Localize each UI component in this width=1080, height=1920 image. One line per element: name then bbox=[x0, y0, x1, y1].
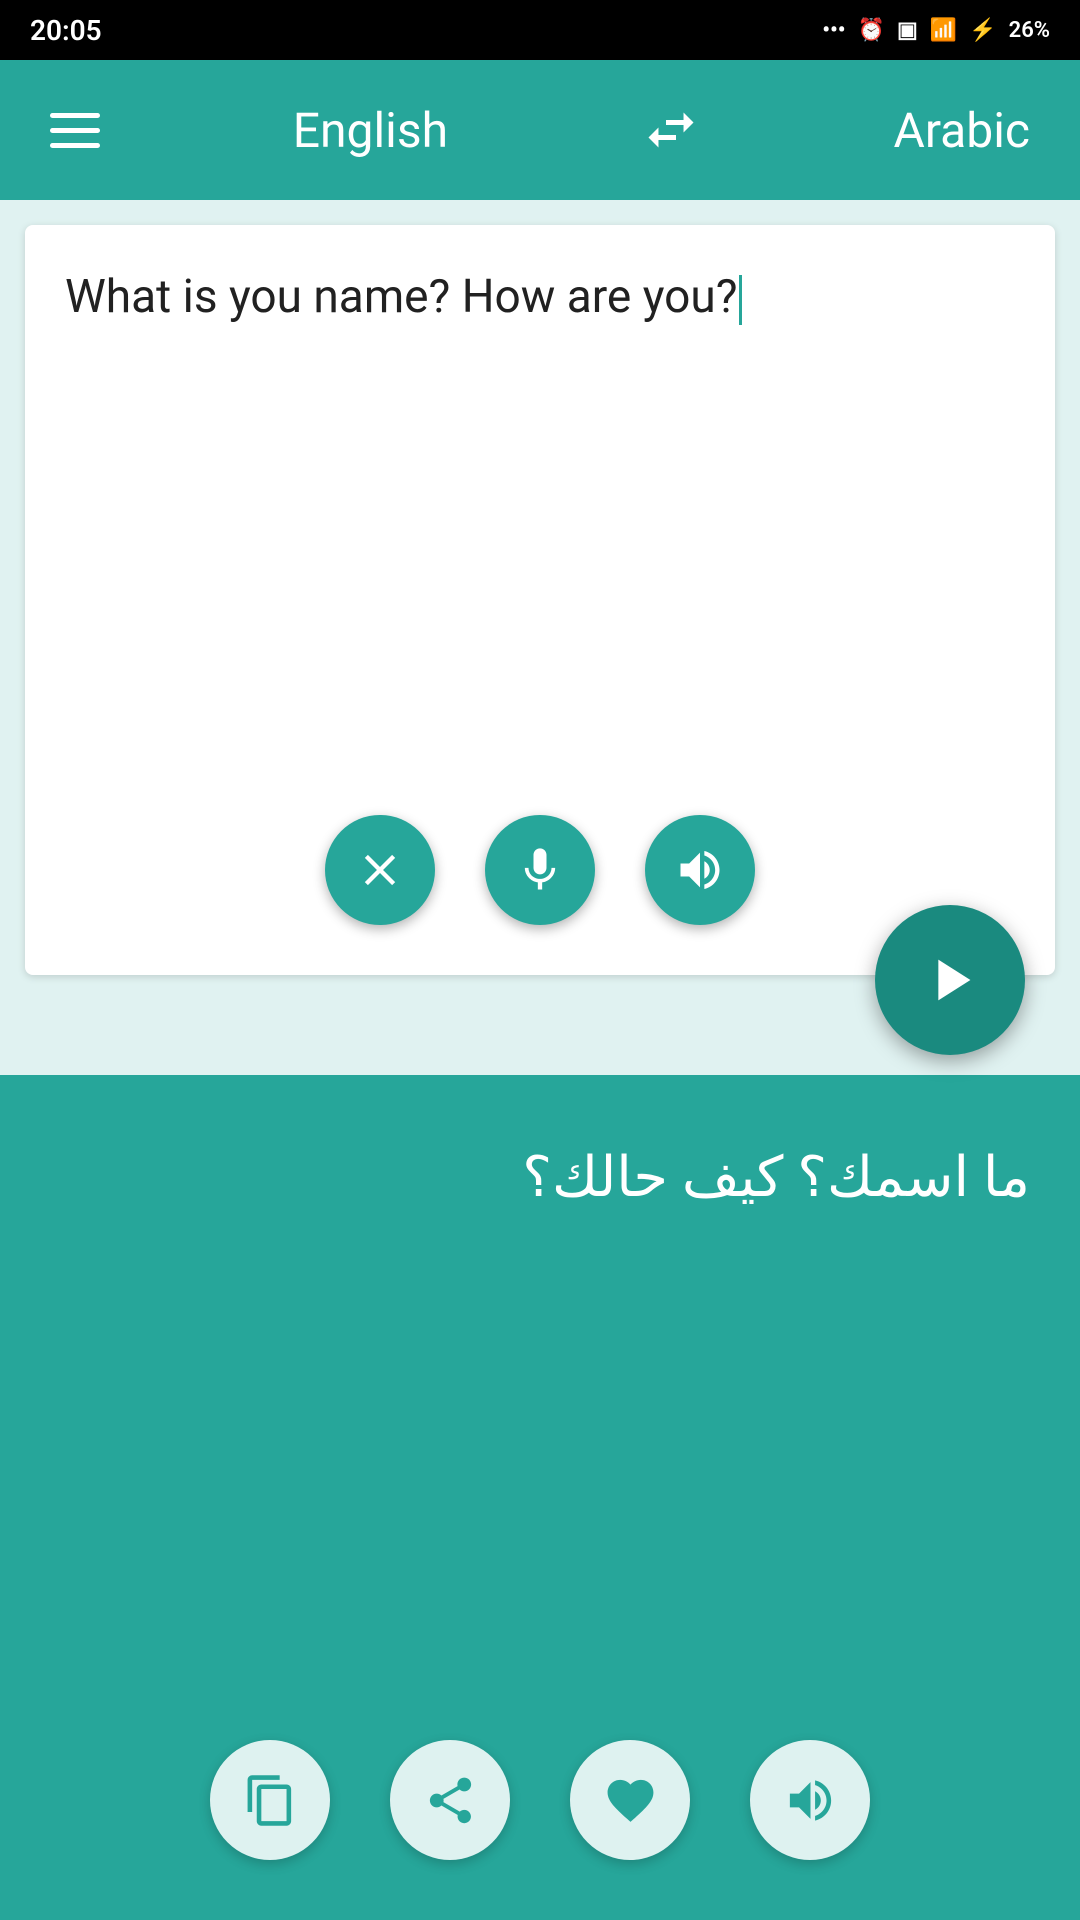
microphone-button[interactable] bbox=[485, 815, 595, 925]
sim-icon: ▣ bbox=[897, 18, 918, 43]
signal-icon: 📶 bbox=[930, 18, 957, 43]
input-panel: What is you name? How are you? bbox=[25, 225, 1055, 975]
alarm-icon: ⏰ bbox=[858, 18, 885, 43]
clear-button[interactable] bbox=[325, 815, 435, 925]
copy-button[interactable] bbox=[210, 1740, 330, 1860]
favorite-button[interactable] bbox=[570, 1740, 690, 1860]
main-content: What is you name? How are you? bbox=[0, 200, 1080, 1920]
menu-button[interactable] bbox=[50, 113, 100, 148]
status-icons: ••• ⏰ ▣ 📶 ⚡ 26% bbox=[822, 18, 1050, 43]
battery-level: 26% bbox=[1009, 18, 1050, 43]
output-panel: ما اسمك؟ كيف حالك؟ bbox=[0, 1075, 1080, 1920]
output-speaker-button[interactable] bbox=[750, 1740, 870, 1860]
input-actions bbox=[325, 815, 755, 925]
output-actions bbox=[210, 1740, 870, 1860]
toolbar: English Arabic bbox=[0, 60, 1080, 200]
text-cursor bbox=[739, 275, 742, 325]
status-time: 20:05 bbox=[30, 14, 102, 47]
charging-icon: ⚡ bbox=[969, 18, 996, 43]
output-text: ما اسمك؟ كيف حالك؟ bbox=[50, 1135, 1030, 1219]
swap-languages-button[interactable] bbox=[641, 100, 701, 160]
share-button[interactable] bbox=[390, 1740, 510, 1860]
status-bar: 20:05 ••• ⏰ ▣ 📶 ⚡ 26% bbox=[0, 0, 1080, 60]
more-icon: ••• bbox=[822, 18, 845, 43]
target-language-button[interactable]: Arabic bbox=[894, 102, 1031, 159]
translate-button[interactable] bbox=[875, 905, 1025, 1055]
source-language-button[interactable]: English bbox=[293, 102, 448, 159]
input-speaker-button[interactable] bbox=[645, 815, 755, 925]
input-text-display[interactable]: What is you name? How are you? bbox=[65, 265, 1015, 329]
